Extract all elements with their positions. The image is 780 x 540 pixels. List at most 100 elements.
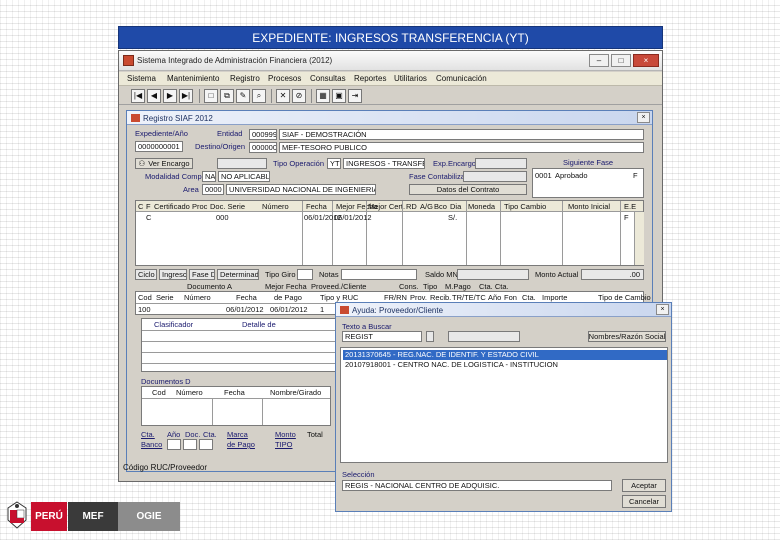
menu-comunicacion[interactable]: Comunicación [436,74,487,83]
menu-registro[interactable]: Registro [230,74,260,83]
mef-label: MEF [68,502,118,531]
last-icon[interactable]: ▶| [179,89,193,103]
tipo-link[interactable]: TIPO [275,440,293,449]
new-icon[interactable]: □ [204,89,218,103]
doc-col-recib: Recib. [430,293,452,302]
modo-busqueda-select[interactable]: Nombres/Razón Social [588,331,666,342]
entidad-code[interactable]: 000999 [249,129,277,140]
cancelar-button[interactable]: Cancelar [622,495,666,508]
ogie-label: OGIE [118,502,180,531]
doc-row-mejor-fecha[interactable]: 06/01/2012 [270,305,308,314]
prev-icon[interactable]: ◀ [147,89,161,103]
next-icon[interactable]: ▶ [163,89,177,103]
col-numero: Número [262,202,289,211]
clasificador-grid: Clasificador Detalle de [141,318,341,372]
col-dia: Dia [450,202,462,211]
buscar-extra-field[interactable] [448,331,520,342]
documentos-d-label: Documentos D [141,377,191,386]
list-item[interactable]: 20107918001 - CENTRO NAC. DE LOGISTICA -… [343,360,667,370]
modalidad-code[interactable]: NA [202,171,216,182]
datos-contrato-button[interactable]: Datos del Contrato [409,184,527,195]
de-pago-link[interactable]: de Pago [227,440,255,449]
binoculars-icon: ⚇ [138,159,146,168]
copy-icon[interactable]: ⧉ [220,89,234,103]
menu-utilitarios[interactable]: Utilitarios [394,74,427,83]
expediente-field[interactable]: 0000000001 [135,141,183,152]
fase-contabilizar-label: Fase Contabilizar [409,172,468,181]
ver-encargo-field [217,158,267,169]
registro-titlebar: Registro SIAF 2012 × [127,111,652,125]
exit-icon[interactable]: ⇥ [348,89,362,103]
destino-code[interactable]: 000000 [249,142,277,153]
status-ruc-label: Código RUC/Proveedor [123,463,208,472]
entidad-name: SIAF - DEMOSTRACIÓN [279,129,644,140]
marca-link[interactable]: Marca [227,430,248,439]
save-icon[interactable]: ▣ [332,89,346,103]
anio-field[interactable] [167,439,181,450]
cta2-label: Cta. [203,430,217,439]
close-button[interactable]: × [633,54,659,67]
menu-reportes[interactable]: Reportes [354,74,386,83]
col-ag: A/G [420,202,433,211]
row-c: C [146,213,152,222]
cta-field[interactable] [199,439,213,450]
siguiente-fase-list[interactable]: 0001 Aprobado F [532,168,644,198]
delete-icon[interactable]: ✕ [276,89,290,103]
ayuda-titlebar: Ayuda: Proveedor/Cliente × [336,303,671,317]
registro-close-button[interactable]: × [637,112,650,123]
doc-row-fecha[interactable]: 06/01/2012 [226,305,264,314]
ayuda-icon [340,306,349,314]
monto-link[interactable]: Monto [275,430,296,439]
doc-col-fecha: Fecha [236,293,257,302]
minimize-button[interactable]: – [589,54,609,67]
modalidad-name: NO APLICABLE [218,171,270,182]
doc-field[interactable] [183,439,197,450]
seleccion-field[interactable]: REGIS - NACIONAL CENTRO DE ADQUISIC. [342,480,612,491]
area-code[interactable]: 0000 [202,184,224,195]
fase-contabilizar-field[interactable] [463,171,527,182]
buscar-check[interactable] [426,331,434,342]
row-certificado: 000 [216,213,229,222]
tipo-operacion-name: INGRESOS - TRANSFER [343,158,425,169]
menu-sistema[interactable]: Sistema [127,74,156,83]
texto-buscar-field[interactable]: REGIST [342,331,422,342]
documento-a-label: Documento A [187,282,233,291]
fase-grid-scrollbar[interactable] [634,212,644,265]
destino-label: Destino/Origen [195,142,246,151]
list-item[interactable]: 20131370645 - REG.NAC. DE IDENTIF. Y EST… [343,350,667,360]
saldo-mn-field [457,269,529,280]
menu-mantenimiento[interactable]: Mantenimiento [167,74,219,83]
calc-icon[interactable]: ▦ [316,89,330,103]
doc-col-cod: Cod [138,293,152,302]
peru-label: PERÚ [31,502,67,531]
notas-field[interactable] [341,269,417,280]
ayuda-close-button[interactable]: × [656,304,669,315]
banco-link[interactable]: Banco [141,440,162,449]
ver-encargo-button[interactable]: ⚇ Ver Encargo [135,158,193,169]
ayuda-title: Ayuda: Proveedor/Cliente [352,306,444,315]
maximize-button[interactable]: □ [611,54,631,67]
first-icon[interactable]: |◀ [131,89,145,103]
doc-row-tipo[interactable]: 1 [320,305,324,314]
doc-row-cod[interactable]: 100 [138,305,151,314]
edit-icon[interactable]: ✎ [236,89,250,103]
menu-consultas[interactable]: Consultas [310,74,346,83]
search-icon[interactable]: ⌕ [252,89,266,103]
row-mejor-fecha: 06/01/2012 [334,213,372,222]
docd-col-cod: Cod [152,388,166,397]
tipo-giro-field[interactable] [297,269,313,280]
detalle-label: Detalle de [242,320,276,329]
slide-title: EXPEDIENTE: INGRESOS TRANSFERENCIA (YT) [118,26,663,49]
aceptar-button[interactable]: Aceptar [622,479,666,492]
monto-actual-label: Monto Actual [535,270,579,279]
fase-grid-row[interactable]: C 000 06/01/2012 06/01/2012 S/. F [136,213,643,223]
cta-link[interactable]: Cta. [141,430,155,439]
col-doc-serie: Doc. Serie [210,202,246,211]
col-monto-inicial: Monto Inicial [568,202,611,211]
menu-procesos[interactable]: Procesos [268,74,301,83]
exp-encargo-field[interactable] [475,158,527,169]
tipo-operacion-code[interactable]: YT [327,158,341,169]
expediente-label: Expediente/Año [135,129,188,138]
registro-icon [131,114,140,122]
cancel-icon[interactable]: ⊘ [292,89,306,103]
